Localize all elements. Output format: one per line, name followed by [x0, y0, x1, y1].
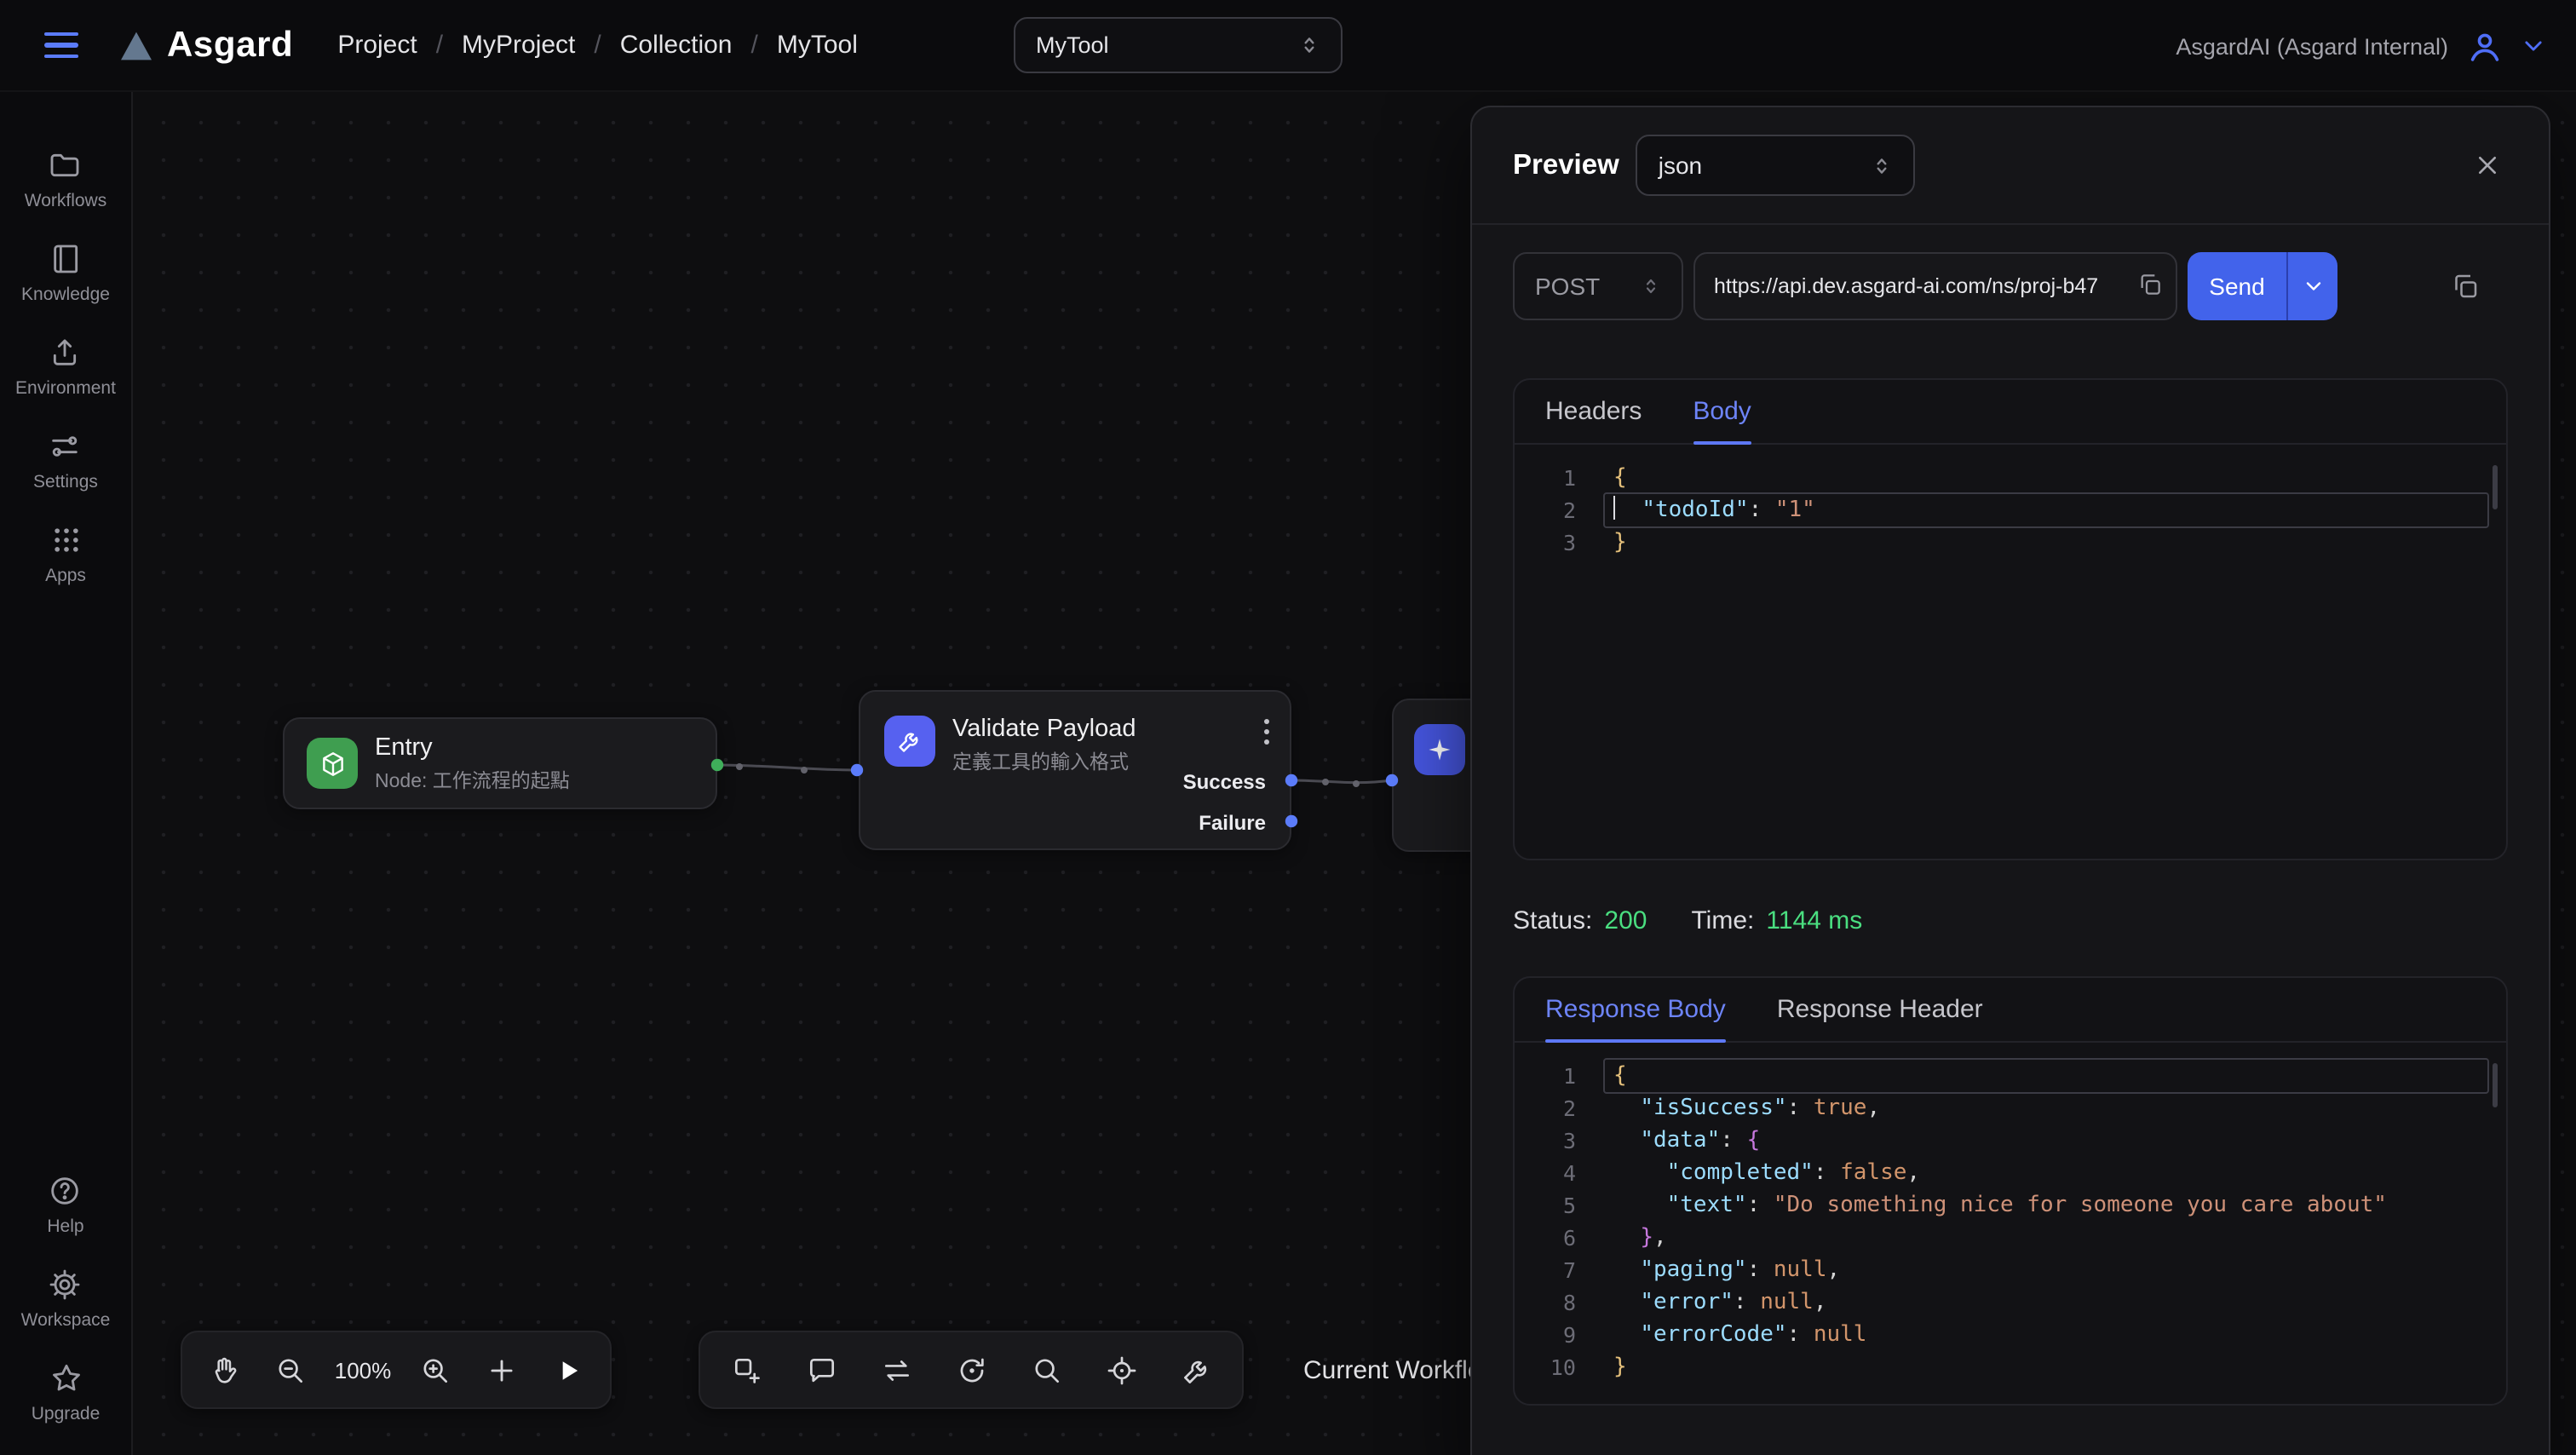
preview-panel-header: Preview json [1472, 107, 2549, 225]
sliders-icon [49, 429, 83, 463]
tab-headers[interactable]: Headers [1545, 380, 1642, 443]
breadcrumb-collection[interactable]: Collection [620, 31, 733, 60]
chevron-updown-icon [1872, 154, 1894, 176]
url-input[interactable] [1693, 252, 2177, 320]
format-select[interactable]: json [1636, 135, 1916, 196]
logo-text: Asgard [167, 25, 293, 66]
tab-response-header[interactable]: Response Header [1777, 978, 1983, 1041]
method-select[interactable]: POST [1513, 252, 1683, 320]
sidebar-item-workflows[interactable]: Workflows [25, 148, 106, 211]
sidebar-item-upgrade[interactable]: Upgrade [32, 1361, 101, 1424]
pan-hand-icon[interactable] [191, 1332, 257, 1407]
tool-select[interactable]: MyTool [1014, 17, 1343, 73]
add-icon[interactable] [469, 1332, 535, 1407]
send-button[interactable]: Send [2188, 252, 2286, 320]
editor-scrollbar[interactable] [2493, 465, 2498, 509]
zoom-in-icon[interactable] [402, 1332, 469, 1407]
node-title: Validate Payload [952, 716, 1136, 743]
breadcrumb-myproject[interactable]: MyProject [462, 31, 575, 60]
sidebar-item-workspace[interactable]: Workspace [21, 1268, 111, 1331]
send-options-chevron-icon[interactable] [2286, 252, 2337, 320]
sidebar-item-apps[interactable]: Apps [45, 523, 86, 586]
request-body-editor[interactable]: 1{2 "todoId": "1"3} [1515, 445, 2506, 859]
entry-cube-icon [307, 738, 358, 789]
sidebar-item-environment[interactable]: Environment [15, 336, 116, 399]
copy-request-icon[interactable] [2443, 264, 2487, 308]
preview-panel: Preview json POST [1470, 106, 2550, 1455]
app-root: Asgard Project / MyProject / Collection … [0, 0, 2576, 1455]
copy-url-icon[interactable] [2136, 271, 2164, 298]
chevron-updown-icon [1641, 276, 1661, 296]
fit-view-icon[interactable] [1084, 1332, 1159, 1407]
folder-icon [49, 148, 83, 182]
search-icon[interactable] [1009, 1332, 1084, 1407]
book-icon [49, 242, 83, 276]
panel-title: Preview [1513, 149, 1619, 181]
request-bar: POST Send [1513, 252, 2508, 320]
user-icon [2465, 26, 2504, 66]
node-subtitle: Node: 工作流程的起點 [375, 766, 570, 793]
add-node-icon[interactable] [709, 1332, 784, 1407]
time-value: 1144 ms [1766, 906, 1862, 935]
node-validate-payload[interactable]: Validate Payload 定義工具的輸入格式 Success Failu… [859, 690, 1291, 850]
sidebar-item-help[interactable]: Help [47, 1174, 83, 1237]
zoom-level: 100% [324, 1357, 402, 1383]
tool-star-icon [1414, 724, 1465, 775]
sidebar-item-settings[interactable]: Settings [33, 429, 98, 492]
swap-horizontal-icon[interactable] [859, 1332, 934, 1407]
chevron-updown-icon [1298, 34, 1320, 56]
app-logo: Asgard [119, 25, 293, 66]
star-icon [49, 1361, 83, 1395]
gear-icon [49, 1268, 83, 1302]
node-subtitle: 定義工具的輸入格式 [952, 748, 1136, 775]
account-label: AsgardAI (Asgard Internal) [2176, 33, 2448, 59]
node-title: Entry [375, 733, 570, 761]
tab-response-body[interactable]: Response Body [1545, 978, 1726, 1041]
sidebar-item-knowledge[interactable]: Knowledge [21, 242, 110, 305]
port-label-failure: Failure [1199, 811, 1266, 835]
breadcrumb-project[interactable]: Project [337, 31, 417, 60]
zoom-out-icon[interactable] [257, 1332, 324, 1407]
comment-icon[interactable] [784, 1332, 859, 1407]
request-body-section: Headers Body 1{2 "todoId": "1"3} [1513, 378, 2508, 860]
account-menu[interactable]: AsgardAI (Asgard Internal) [2176, 0, 2545, 92]
help-circle-icon [49, 1174, 83, 1208]
close-icon[interactable] [2467, 145, 2508, 186]
response-status-row: Status: 200 Time: 1144 ms [1513, 906, 2508, 935]
logo-triangle-icon [119, 30, 153, 60]
run-play-icon[interactable] [535, 1332, 601, 1407]
grid-dots-icon [49, 523, 83, 557]
time-label: Time: [1691, 906, 1754, 935]
status-label: Status: [1513, 906, 1592, 935]
breadcrumb-mytool[interactable]: MyTool [777, 31, 858, 60]
canvas-tools-toolbar [699, 1331, 1244, 1409]
node-entry[interactable]: Entry Node: 工作流程的起點 [283, 717, 717, 809]
response-section: Response Body Response Header 1{2 "isSuc… [1513, 976, 2508, 1406]
tools-wrench-icon[interactable] [1159, 1332, 1233, 1407]
port-label-success: Success [1183, 770, 1266, 794]
kebab-menu-icon[interactable] [1257, 712, 1276, 751]
send-button-group: Send [2188, 252, 2337, 320]
upload-icon [49, 336, 83, 370]
auto-layout-icon[interactable] [934, 1332, 1009, 1407]
response-tabs: Response Body Response Header [1515, 978, 2506, 1043]
topbar: Asgard Project / MyProject / Collection … [0, 0, 2576, 92]
chevron-down-icon [2521, 34, 2545, 58]
canvas-zoom-toolbar: 100% [181, 1331, 612, 1409]
status-value: 200 [1604, 906, 1647, 935]
sidebar: Workflows Knowledge Environment Settings… [0, 92, 133, 1455]
request-tabs: Headers Body [1515, 380, 2506, 445]
editor-scrollbar[interactable] [2493, 1063, 2498, 1107]
wrench-icon [884, 716, 935, 767]
response-body-editor[interactable]: 1{2 "isSuccess": true,3 "data": {4 "comp… [1515, 1043, 2506, 1404]
breadcrumb: Project / MyProject / Collection / MyToo… [337, 31, 858, 60]
tab-body[interactable]: Body [1693, 380, 1751, 443]
menu-icon[interactable] [37, 26, 85, 65]
